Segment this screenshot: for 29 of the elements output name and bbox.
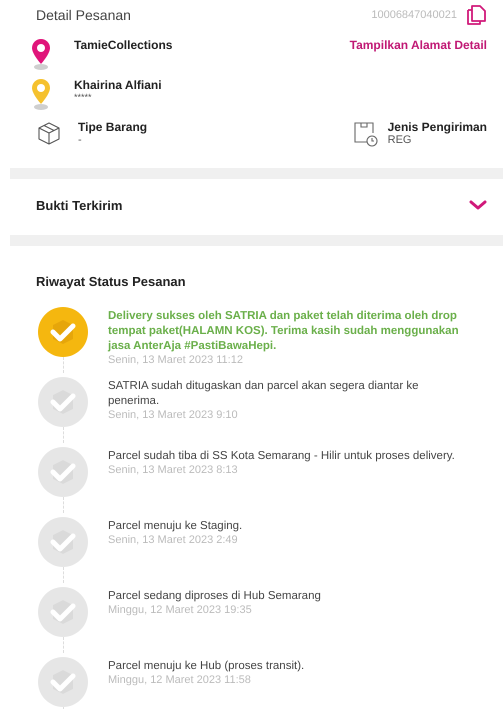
receiver-detail: *****	[74, 92, 93, 102]
receiver-name: Khairina Alfiani	[74, 78, 162, 92]
status-time: Minggu, 12 Maret 2023 19:35	[108, 604, 253, 617]
box-icon	[36, 120, 62, 146]
item-type-value: -	[78, 134, 83, 146]
copy-icon[interactable]	[465, 4, 487, 26]
shipping-type-label: Jenis Pengiriman	[388, 120, 487, 134]
status-time: Senin, 13 Maret 2023 8:13	[108, 464, 239, 477]
item-type-label: Tipe Barang	[78, 120, 148, 134]
status-time: Minggu, 12 Maret 2023 11:58	[108, 674, 252, 687]
status-message: Delivery sukses oleh SATRIA dan paket telah diterima oleh drop tempat paket(HALAMN KOS). Terima kasih sudah menggunakan jasa AnterAja #PastiBawaHepi.	[108, 309, 460, 354]
status-time: Senin, 13 Maret 2023 2:49	[108, 534, 239, 547]
proof-expander[interactable]: Bukti Terkirim	[0, 179, 503, 231]
status-message: Parcel menuju ke Hub (proses transit).	[108, 659, 306, 674]
sender-name: TamieCollections	[74, 38, 174, 52]
shipping-type-value: REG	[388, 134, 412, 146]
order-number: 10006847040021	[371, 9, 457, 21]
location-pin-icon	[30, 38, 52, 70]
status-time: Senin, 13 Maret 2023 9:10	[108, 409, 239, 422]
status-message: Parcel sudah tiba di SS Kota Semarang - Hilir untuk proses delivery.	[108, 449, 456, 464]
status-message: Parcel sedang diproses di Hub Semarang	[108, 589, 322, 604]
show-address-link[interactable]: Tampilkan Alamat Detail	[350, 38, 487, 52]
location-pin-icon	[30, 78, 52, 110]
section-title: Detail Pesanan	[36, 7, 131, 23]
status-message: Parcel menuju ke Staging.	[108, 519, 244, 534]
section-title: Riwayat Status Pesanan	[36, 274, 187, 289]
status-message: SATRIA sudah ditugaskan dan parcel akan segera diantar ke penerima.	[108, 379, 420, 409]
status-time: Senin, 13 Maret 2023 11:12	[108, 354, 244, 367]
package-clock-icon	[352, 120, 380, 148]
